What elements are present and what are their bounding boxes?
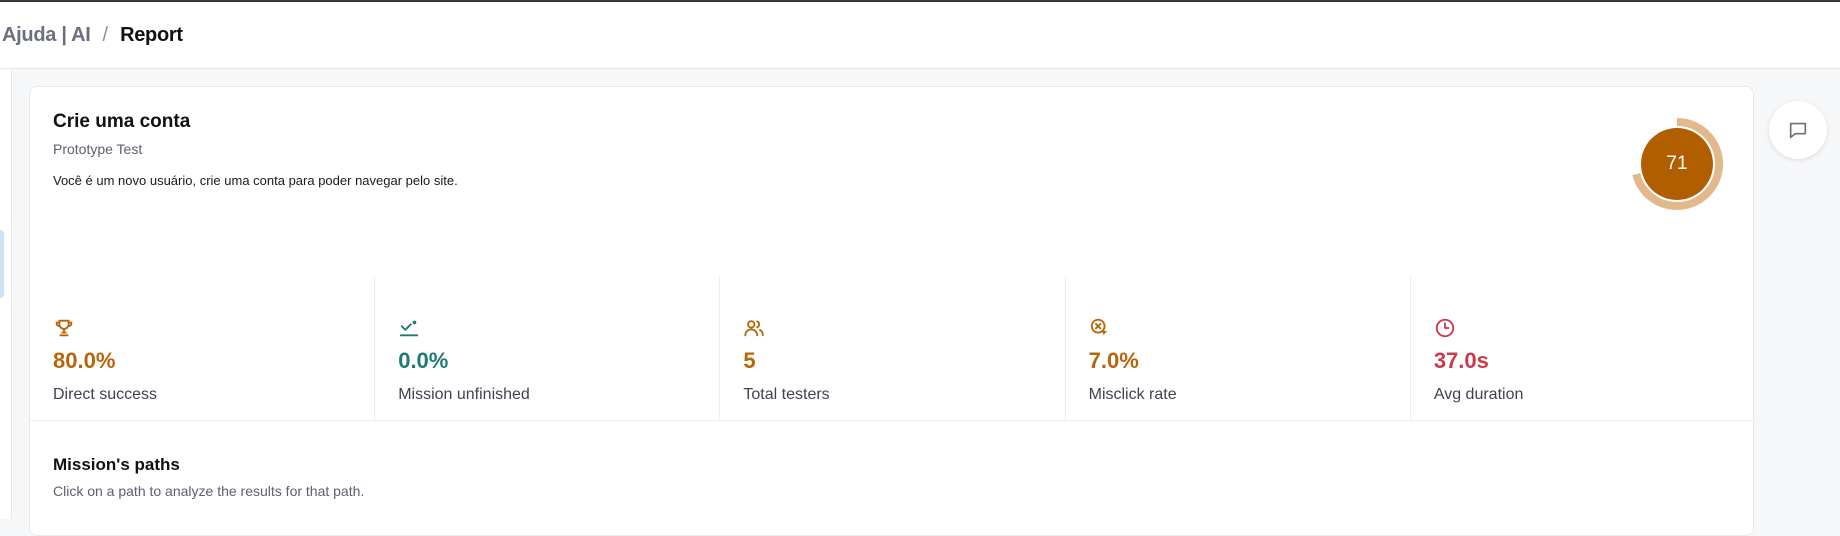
stat-value: 37.0s <box>1433 348 1489 373</box>
stat-label: Misclick rate <box>1088 386 1177 403</box>
mission-description: Você é um novo usuário, crie uma conta p… <box>53 173 458 188</box>
breadcrumb-separator: / <box>102 23 109 46</box>
stat-value: 7.0% <box>1088 348 1139 373</box>
stat-value: 80.0% <box>53 348 116 373</box>
page-header: Ajuda | AI / Report <box>0 2 1840 69</box>
misclick-target-icon <box>1090 318 1107 336</box>
stats-row: 80.0% Direct success 0.0% Mission unfini… <box>30 277 1755 421</box>
stat-value: 5 <box>743 348 756 373</box>
stat-label: Avg duration <box>1433 386 1524 403</box>
stat-direct-success: 80.0% Direct success <box>30 277 376 420</box>
mission-type: Prototype Test <box>53 141 143 157</box>
stat-label: Total testers <box>743 386 830 403</box>
breadcrumb-current: Report <box>120 23 183 46</box>
paths-section-title: Mission's paths <box>53 455 180 474</box>
stat-mission-unfinished: 0.0% Mission unfinished <box>375 277 721 420</box>
breadcrumb-root-link[interactable]: Ajuda | AI <box>2 24 91 47</box>
trophy-icon <box>55 319 73 337</box>
chat-bubble-icon <box>1789 122 1807 139</box>
breadcrumb: Ajuda | AI / Report <box>2 24 183 47</box>
users-icon <box>744 320 765 337</box>
usability-score-gauge: 71 <box>1630 118 1726 214</box>
stat-label: Direct success <box>53 386 158 403</box>
stat-total-testers: 5 Total testers <box>720 277 1066 420</box>
path-arrow-icon <box>400 320 419 337</box>
score-value: 71 <box>1641 128 1713 200</box>
stat-misclick-rate: 7.0% Misclick rate <box>1066 277 1411 420</box>
mission-report-card: Crie uma conta Prototype Test Você é um … <box>29 86 1755 536</box>
clock-icon <box>1435 318 1454 338</box>
sidebar-active-tab[interactable] <box>0 230 4 298</box>
stat-label: Mission unfinished <box>398 386 530 403</box>
chat-button[interactable] <box>1769 101 1827 159</box>
mission-title: Crie uma conta <box>53 111 191 132</box>
paths-section-subtitle: Click on a path to analyze the results f… <box>53 483 365 499</box>
left-sidebar <box>0 70 12 519</box>
stat-avg-duration: 37.0s Avg duration <box>1411 277 1755 420</box>
stat-value: 0.0% <box>398 348 449 373</box>
